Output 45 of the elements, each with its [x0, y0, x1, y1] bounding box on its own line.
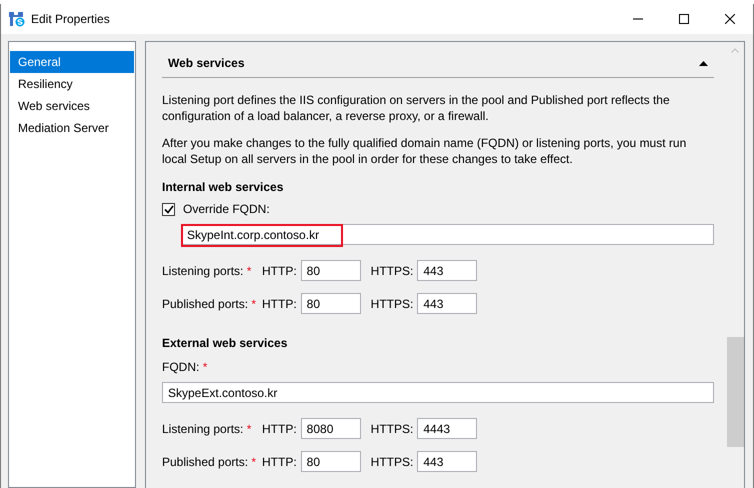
- field-label: Published ports:: [162, 296, 248, 310]
- description-text: Listening port defines the IIS configuration on servers in the pool and Published port reflects the configuration of a load balancer, a reverse proxy, or a firewall.: [162, 92, 671, 124]
- text-field[interactable]: 4443: [417, 418, 478, 439]
- text-field[interactable]: 80: [300, 451, 361, 472]
- collapse-icon[interactable]: [699, 60, 708, 66]
- checkbox-label: Override FQDN:: [183, 201, 270, 218]
- text-field[interactable]: 443: [417, 260, 478, 281]
- text-field[interactable]: SkypeInt.corp.contoso.kr: [181, 224, 714, 245]
- required-mark: *: [251, 296, 256, 310]
- field-label: HTTPS:: [370, 296, 414, 312]
- sidebar-item[interactable]: Mediation Server: [10, 117, 134, 139]
- field-label: FQDN:: [162, 359, 200, 376]
- required-mark: *: [246, 422, 252, 436]
- description-text: After you make changes to the fully qualified domain name (FQDN) or listening ports, you must run local Setup on all servers in the pool in order for these changes to take effect.: [162, 135, 688, 167]
- required-mark: *: [251, 454, 256, 468]
- sidebar-item[interactable]: Resiliency: [10, 73, 134, 95]
- field-label: Listening ports:: [162, 264, 244, 278]
- required-mark: *: [246, 264, 252, 278]
- field-label: HTTP:: [262, 296, 297, 312]
- window-title: Edit Properties: [31, 11, 110, 28]
- text-field[interactable]: 80: [300, 260, 361, 281]
- group-title: External web services: [162, 335, 288, 352]
- scrollbar-thumb[interactable]: [726, 337, 744, 447]
- required-mark: *: [202, 359, 208, 376]
- maximize-icon: [679, 14, 689, 24]
- field-label: HTTP:: [262, 262, 297, 280]
- app-icon: [9, 11, 25, 27]
- group-title: Internal web services: [162, 179, 284, 196]
- field-label: HTTPS:: [370, 262, 414, 280]
- text-field[interactable]: 80: [300, 293, 361, 314]
- field-label: HTTPS:: [370, 420, 414, 438]
- close-icon: [725, 14, 735, 24]
- sidebar-item[interactable]: General: [10, 51, 134, 73]
- sidebar-item[interactable]: Web services: [10, 95, 134, 117]
- text-field[interactable]: 443: [417, 451, 478, 472]
- field-label: HTTP:: [262, 454, 297, 470]
- field-label: Listening ports:: [162, 422, 244, 436]
- field-label: HTTP:: [262, 420, 297, 438]
- text-field[interactable]: 8080: [300, 418, 361, 439]
- text-field[interactable]: 443: [417, 293, 478, 314]
- text-field[interactable]: SkypeExt.contoso.kr: [162, 382, 714, 403]
- field-label: HTTPS:: [370, 454, 414, 470]
- section-title: Web services: [168, 55, 244, 72]
- field-label: Published ports:: [162, 454, 248, 468]
- checkbox[interactable]: [162, 202, 175, 216]
